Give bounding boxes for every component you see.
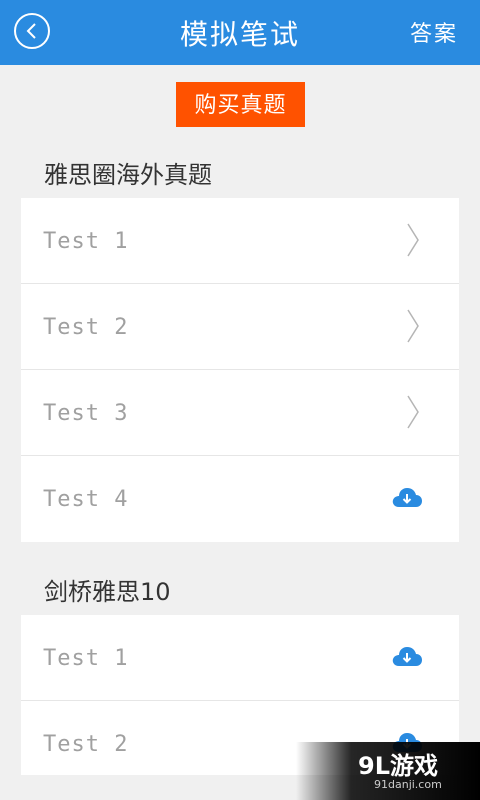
- list-item[interactable]: Test 4: [21, 456, 459, 542]
- cloud-download-icon[interactable]: [391, 644, 423, 668]
- page-title: 模拟笔试: [179, 18, 300, 51]
- chevron-right-icon: [407, 223, 419, 257]
- watermark: 9L游戏 91danji.com: [296, 742, 480, 800]
- list-item-label: Test 1: [43, 646, 129, 671]
- list-item[interactable]: Test 1: [21, 198, 459, 284]
- list-item-label: Test 1: [43, 229, 129, 254]
- list-item-label: Test 2: [43, 315, 129, 340]
- section-title-overseas: 雅思圈海外真题: [44, 161, 212, 189]
- list-item[interactable]: Test 1: [21, 615, 459, 701]
- list-item-label: Test 4: [43, 487, 129, 512]
- test-list-overseas: Test 1 Test 2 Test 3 Test 4: [21, 198, 459, 542]
- list-item[interactable]: Test 2: [21, 284, 459, 370]
- list-item[interactable]: Test 3: [21, 370, 459, 456]
- watermark-logo: 9L游戏: [358, 752, 438, 780]
- list-item-label: Test 2: [43, 732, 129, 757]
- list-item-label: Test 3: [43, 401, 129, 426]
- app-header: 模拟笔试 答案: [0, 0, 480, 65]
- buy-papers-button[interactable]: 购买真题: [176, 82, 305, 127]
- answer-button[interactable]: 答案: [410, 0, 458, 65]
- section-title-cambridge: 剑桥雅思10: [44, 578, 171, 606]
- chevron-right-icon: [407, 395, 419, 429]
- cloud-download-icon[interactable]: [391, 485, 423, 509]
- watermark-url: 91danji.com: [374, 778, 442, 791]
- chevron-right-icon: [407, 309, 419, 343]
